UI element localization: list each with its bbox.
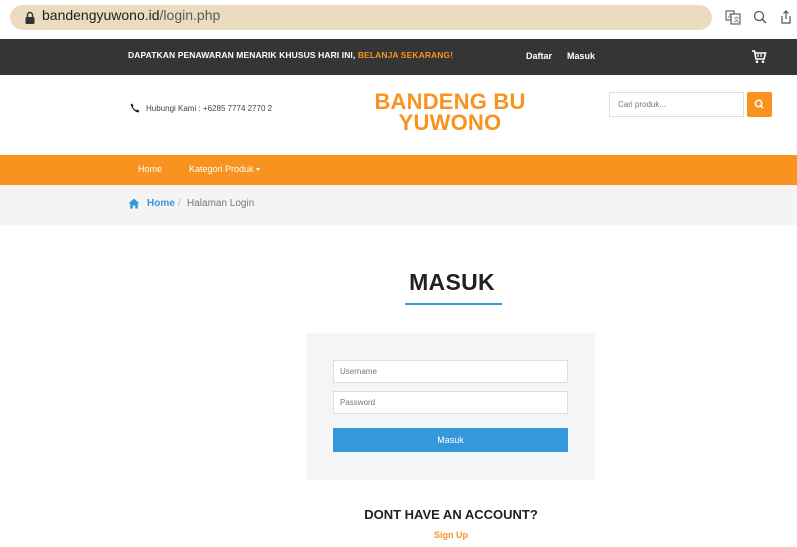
contact-phone: Hubungi Kami : +6285 7774 2770 2 [146,104,273,113]
home-icon [128,198,140,209]
logo-line-2: YUWONO [398,110,502,135]
top-bar: DAPATKAN PENAWARAN MENARIK KHUSUS HARI I… [0,39,797,75]
share-icon[interactable] [778,9,794,25]
svg-text:A: A [728,14,732,20]
cart-icon[interactable] [751,49,767,64]
login-form: Masuk [306,333,595,480]
breadcrumb-separator: / [178,198,181,209]
search-input[interactable] [609,92,744,117]
login-submit-button[interactable]: Masuk [333,428,568,452]
no-account-heading: DONT HAVE AN ACCOUNT? [364,507,538,522]
password-field[interactable] [333,391,568,414]
search-button[interactable] [747,92,772,117]
breadcrumb-current: Halaman Login [187,198,255,209]
browser-toolbar: bandengyuwono.id/login.php A 文 [0,0,797,36]
nav-item-kategori[interactable]: Kategori Produk [189,164,260,174]
main-nav: Home Kategori Produk [0,155,797,185]
register-link[interactable]: Daftar [526,51,552,61]
site-logo[interactable]: BANDENG BU YUWONO [360,89,540,135]
translate-icon[interactable]: A 文 [725,9,741,25]
svg-text:文: 文 [734,16,740,24]
login-link[interactable]: Masuk [567,51,595,61]
nav-item-kategori-label: Kategori Produk [189,164,254,174]
breadcrumb: Home / Halaman Login [0,185,797,225]
title-underline [405,303,502,305]
zoom-icon[interactable] [752,9,768,25]
promo-banner: DAPATKAN PENAWARAN MENARIK KHUSUS HARI I… [128,50,453,60]
promo-link[interactable]: BELANJA SEKARANG! [358,50,453,60]
signup-link[interactable]: Sign Up [0,530,797,540]
phone-icon [130,103,140,113]
lock-icon [25,11,35,24]
search-icon [754,99,764,109]
url-domain: bandengyuwono.id [42,7,160,23]
page-title: MASUK [409,269,495,295]
url-text[interactable]: bandengyuwono.id/login.php [42,7,220,23]
logo-line-1: BANDENG BU [374,89,526,114]
promo-text: DAPATKAN PENAWARAN MENARIK KHUSUS HARI I… [128,50,358,60]
site-header: Hubungi Kami : +6285 7774 2770 2 BANDENG… [0,75,797,155]
url-path: /login.php [159,7,221,23]
breadcrumb-home[interactable]: Home [147,198,175,209]
username-field[interactable] [333,360,568,383]
nav-item-home[interactable]: Home [138,164,162,174]
chevron-down-icon [255,168,260,172]
